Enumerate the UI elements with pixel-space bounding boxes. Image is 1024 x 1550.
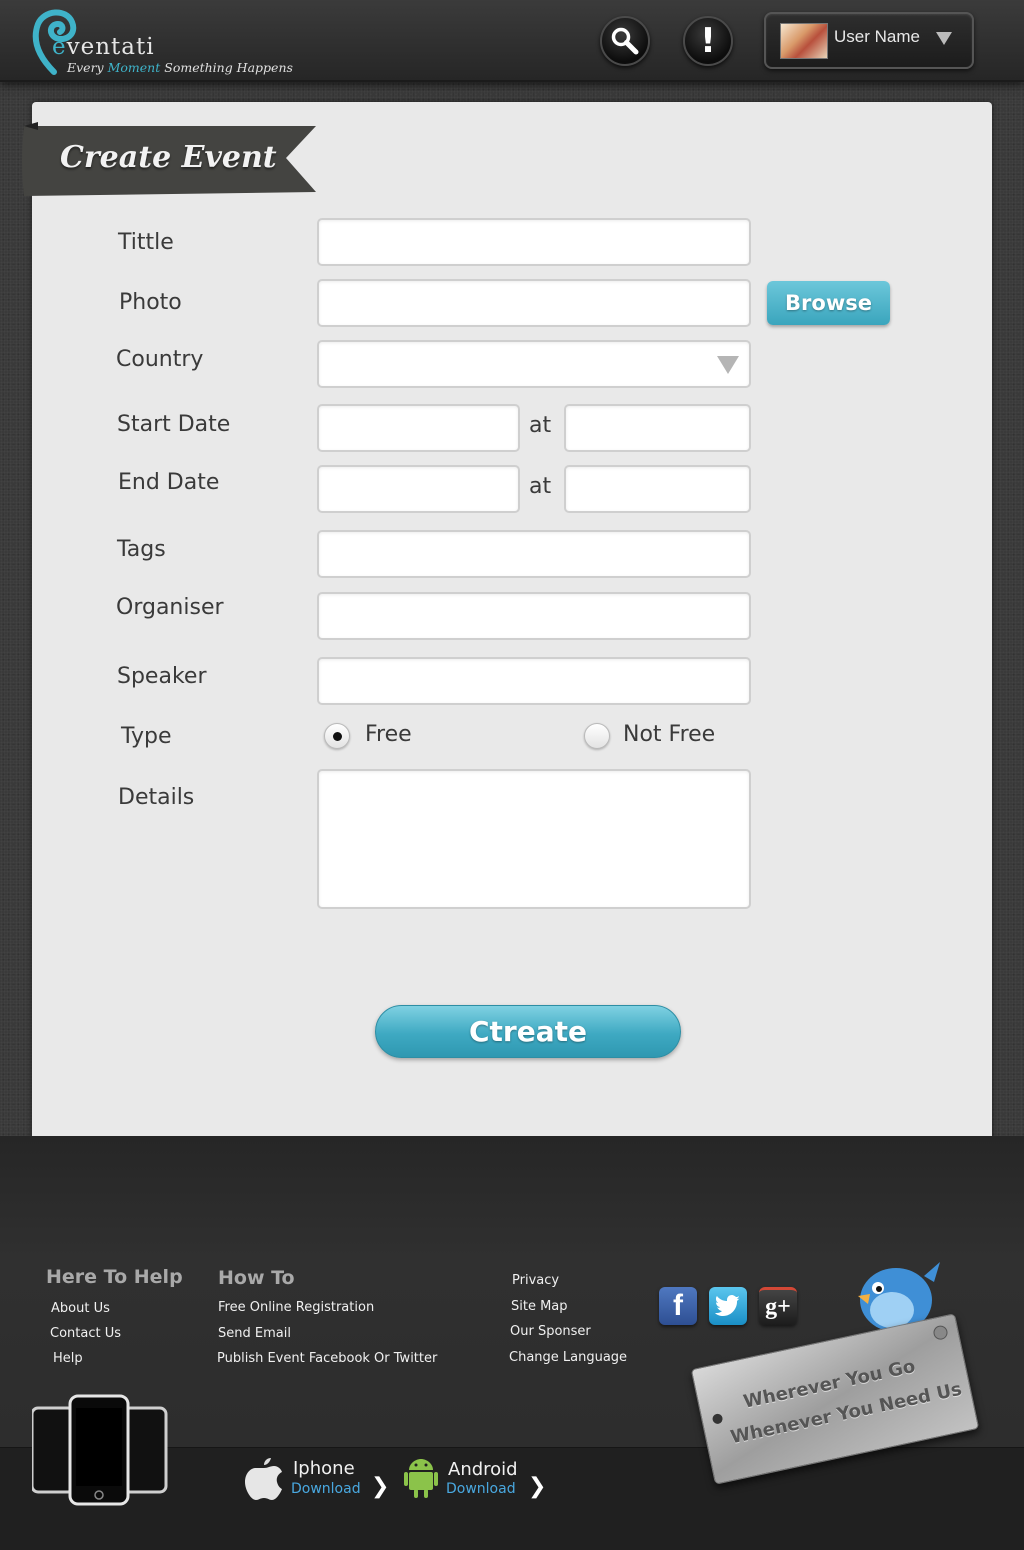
logo-wordmark: eventati <box>52 34 155 60</box>
user-menu-dropdown[interactable]: User Name <box>764 12 974 69</box>
page-title: Create Event <box>60 140 277 175</box>
twitter-bird-glyph <box>715 1295 740 1316</box>
alert-icon: ! <box>700 21 716 61</box>
tags-input[interactable] <box>317 530 751 578</box>
howto-heading: How To <box>218 1267 295 1289</box>
help-heading: Here To Help <box>46 1266 183 1288</box>
footer-link-our-sponser[interactable]: Our Sponser <box>510 1324 591 1339</box>
eventati-logo[interactable]: eventati Every Moment Something Happens <box>32 6 293 78</box>
top-header: eventati Every Moment Something Happens … <box>0 0 1024 82</box>
tagline-accent: Moment <box>107 60 161 75</box>
logo-wordmark-rest: ventati <box>66 34 155 60</box>
notifications-button[interactable]: ! <box>683 16 733 66</box>
photo-label: Photo <box>119 290 182 315</box>
logo-tagline: Every Moment Something Happens <box>67 60 293 75</box>
title-input[interactable] <box>317 218 751 266</box>
footer-link-contact-us[interactable]: Contact Us <box>50 1326 121 1341</box>
footer-link-about-us[interactable]: About Us <box>51 1301 110 1316</box>
organiser-label: Organiser <box>116 595 224 620</box>
start-time-input[interactable] <box>564 404 751 452</box>
type-free-label[interactable]: Free <box>365 722 412 747</box>
footer-link-help[interactable]: Help <box>53 1351 83 1366</box>
country-select[interactable] <box>317 340 751 388</box>
chevron-right-icon: ❯ <box>528 1474 547 1499</box>
screw-icon <box>711 1412 724 1425</box>
avatar <box>780 23 828 59</box>
footer-link-site-map[interactable]: Site Map <box>511 1299 568 1314</box>
footer-link-free-registration[interactable]: Free Online Registration <box>218 1300 374 1315</box>
footer-link-privacy[interactable]: Privacy <box>512 1273 559 1288</box>
android-icon <box>404 1459 438 1498</box>
google-plus-icon[interactable]: g+ <box>759 1287 797 1325</box>
country-label: Country <box>116 347 204 372</box>
end-time-at-label: at <box>529 474 552 499</box>
footer-link-send-email[interactable]: Send Email <box>218 1326 291 1341</box>
type-free-radio[interactable] <box>324 723 350 749</box>
tagline-start: Every <box>67 60 104 75</box>
phones-illustration <box>32 1394 168 1506</box>
organiser-input[interactable] <box>317 592 751 640</box>
speaker-input[interactable] <box>317 657 751 705</box>
details-textarea[interactable] <box>317 769 751 909</box>
start-time-at-label: at <box>529 413 552 438</box>
user-name: User Name <box>834 27 920 46</box>
logo-wordmark-prefix: e <box>52 34 67 60</box>
tagline-end: Something Happens <box>164 60 293 75</box>
start-date-input[interactable] <box>317 404 520 452</box>
radio-selected-dot <box>333 732 342 741</box>
end-time-input[interactable] <box>564 465 751 513</box>
footer-link-change-language[interactable]: Change Language <box>509 1350 627 1365</box>
type-not-free-label[interactable]: Not Free <box>623 722 715 747</box>
end-date-label: End Date <box>118 470 220 495</box>
screw-icon <box>932 1324 949 1341</box>
speaker-label: Speaker <box>117 664 207 689</box>
end-date-input[interactable] <box>317 465 520 513</box>
browse-button[interactable]: Browse <box>767 281 890 325</box>
iphone-store-name: Iphone <box>293 1458 355 1479</box>
chevron-right-icon: ❯ <box>371 1474 390 1499</box>
chevron-down-icon <box>936 32 952 45</box>
search-button[interactable] <box>600 16 650 66</box>
iphone-store-sub: Download <box>291 1481 361 1497</box>
details-label: Details <box>118 785 195 810</box>
facebook-icon[interactable]: f <box>659 1287 697 1325</box>
tags-label: Tags <box>117 537 166 562</box>
create-button[interactable]: Ctreate <box>375 1005 681 1058</box>
android-download-link[interactable]: Android Download ❯ <box>404 1456 546 1506</box>
title-label: Tittle <box>118 230 174 255</box>
type-label: Type <box>121 724 172 749</box>
apple-icon <box>245 1458 282 1500</box>
iphone-download-link[interactable]: Iphone Download ❯ <box>244 1456 389 1506</box>
photo-input[interactable] <box>317 279 751 327</box>
search-icon <box>611 27 639 55</box>
android-store-sub: Download <box>446 1481 516 1497</box>
android-store-name: Android <box>448 1459 518 1480</box>
footer-link-publish-event[interactable]: Publish Event Facebook Or Twitter <box>217 1351 437 1366</box>
twitter-icon[interactable] <box>709 1287 747 1325</box>
type-not-free-radio[interactable] <box>584 723 610 749</box>
start-date-label: Start Date <box>117 412 231 437</box>
